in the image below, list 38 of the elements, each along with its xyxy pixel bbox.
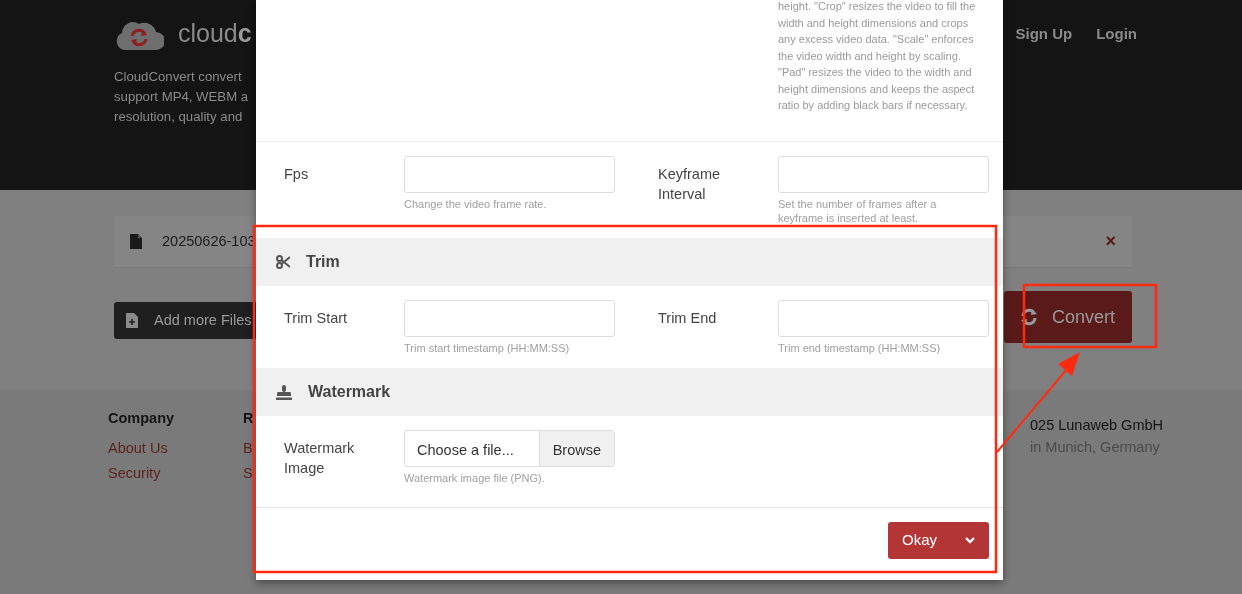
input-field[interactable] [404,156,615,193]
footer-link[interactable]: Security [108,460,243,486]
field-label: Fps [284,165,310,184]
field-label: Trim End [658,309,718,328]
file-name: 20250626-103 [162,231,256,251]
scissors-icon [276,255,290,269]
file-input-field[interactable]: Choose a file... Browse [404,430,615,467]
okay-button[interactable]: Okay [888,522,989,559]
stamp-icon [276,384,292,400]
convert-button[interactable]: Convert [1004,291,1132,343]
help-text: Trim start timestamp (HH:MM:SS) [404,341,571,355]
field-label: Trim Start [284,309,349,328]
remove-button[interactable]: × [1105,228,1116,255]
browse-button[interactable]: Browse [538,431,614,466]
logo-text: cloudc [178,18,252,49]
input-field[interactable] [404,300,615,337]
chevron-down-icon [965,537,975,544]
section-title: Trim [306,252,340,272]
help-text: Set the number of frames after a keyframe is inserted at least. [778,197,938,225]
nav-link[interactable]: Sign Up [1015,23,1073,190]
input-field[interactable] [778,156,989,193]
nav-link[interactable]: Login [1096,23,1137,190]
footer-link[interactable]: About Us [108,435,243,461]
file-plus-icon [126,313,138,328]
footer-heading: Company [108,409,176,428]
field-label: Watermark Image [284,439,356,478]
copyright-text: 025 Lunaweb GmbH [1030,416,1163,435]
file-icon [130,234,142,249]
help-text: Change the video frame rate. [404,197,548,211]
section-title: Watermark [308,382,391,402]
description-text: CloudConvert convert support MP4, WEBM a resolution, quality and [114,67,250,126]
help-text: Trim end timestamp (HH:MM:SS) [778,341,942,355]
footer-heading: R [243,409,255,428]
sync-icon [1020,308,1038,326]
help-text: Watermark image file (PNG). [404,471,546,485]
help-text: height. "Crop" resizes the video to fill the width and height dimensions and crops any excess video data. "Scale" enforces the video width and height by scaling. "Pad" resizes the video to the width and height dimensions and keeps the aspect ratio by adding black bars if necessary. [778,0,977,113]
input-field[interactable] [778,300,989,337]
field-label: Keyframe Interval [658,165,722,204]
